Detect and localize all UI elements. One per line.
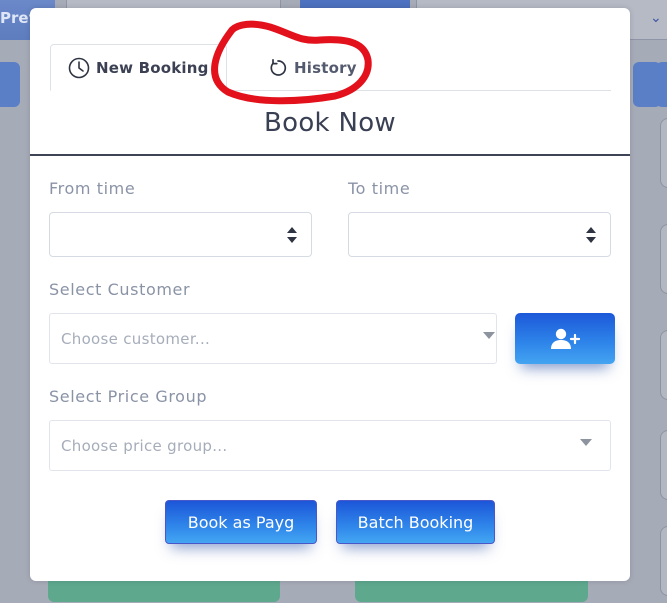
booking-tabs: New Booking History xyxy=(50,44,611,91)
tab-new-booking[interactable]: New Booking xyxy=(50,44,227,91)
price-group-select[interactable]: Choose price group... xyxy=(49,420,611,471)
background-tile xyxy=(0,62,20,107)
user-plus-icon xyxy=(551,328,581,349)
modal-title: Book Now xyxy=(264,108,396,138)
background-tile xyxy=(656,62,667,107)
price-group-placeholder: Choose price group... xyxy=(61,437,228,455)
customer-placeholder: Choose customer... xyxy=(61,330,211,348)
to-time-select[interactable] xyxy=(348,212,611,257)
booking-modal: New Booking History Book Now From time T… xyxy=(30,8,630,581)
from-time-select[interactable] xyxy=(49,212,312,257)
book-as-payg-button[interactable]: Book as Payg xyxy=(165,500,317,544)
tab-new-booking-label: New Booking xyxy=(96,58,209,77)
to-time-label: To time xyxy=(348,179,411,198)
select-arrows-icon xyxy=(287,227,297,243)
tab-history[interactable]: History xyxy=(240,44,400,91)
background-card xyxy=(660,224,667,294)
caret-down-icon xyxy=(483,332,495,339)
background-card xyxy=(660,430,667,500)
history-icon xyxy=(270,58,287,76)
add-customer-button[interactable] xyxy=(515,313,615,364)
title-divider xyxy=(30,154,630,156)
clock-icon xyxy=(68,57,90,78)
select-customer-label: Select Customer xyxy=(49,280,191,299)
background-card xyxy=(660,118,667,188)
select-arrows-icon xyxy=(586,227,596,243)
customer-select[interactable]: Choose customer... xyxy=(49,313,497,364)
chevron-down-icon: ⌄ xyxy=(650,10,662,26)
background-card xyxy=(660,330,667,400)
from-time-label: From time xyxy=(49,179,136,198)
tab-history-label: History xyxy=(294,58,357,77)
batch-booking-button[interactable]: Batch Booking xyxy=(336,500,495,544)
select-price-group-label: Select Price Group xyxy=(49,387,208,406)
background-card xyxy=(660,526,667,596)
caret-down-icon xyxy=(580,439,592,446)
